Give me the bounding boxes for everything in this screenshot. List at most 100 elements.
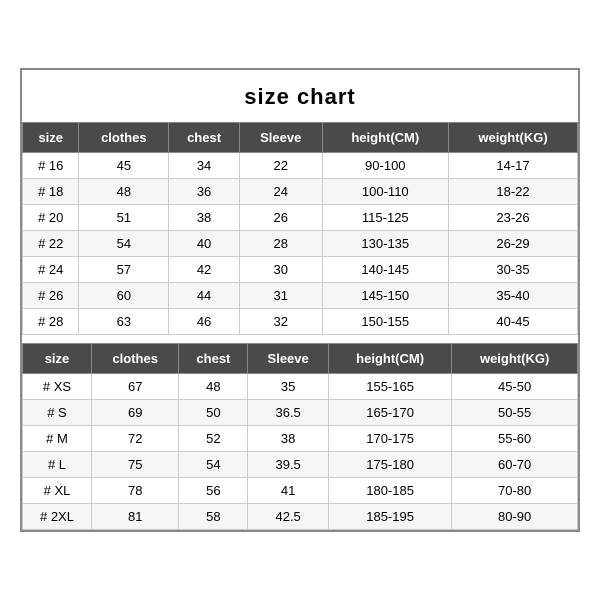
table-cell: 26 bbox=[239, 205, 322, 231]
table-cell: 140-145 bbox=[322, 257, 449, 283]
table-cell: # S bbox=[23, 400, 92, 426]
table-cell: 80-90 bbox=[452, 504, 578, 530]
table-cell: 155-165 bbox=[328, 374, 451, 400]
column-header: clothes bbox=[79, 123, 169, 153]
table-cell: 78 bbox=[91, 478, 178, 504]
table-cell: 32 bbox=[239, 309, 322, 335]
column-header: chest bbox=[179, 344, 248, 374]
table-cell: 38 bbox=[248, 426, 329, 452]
column-header: height(CM) bbox=[322, 123, 449, 153]
column-header: height(CM) bbox=[328, 344, 451, 374]
table-cell: 180-185 bbox=[328, 478, 451, 504]
table-row: # 20513826115-12523-26 bbox=[23, 205, 578, 231]
table-row: # 28634632150-15540-45 bbox=[23, 309, 578, 335]
table-cell: 45 bbox=[79, 153, 169, 179]
table-cell: 60 bbox=[79, 283, 169, 309]
table-row: # 24574230140-14530-35 bbox=[23, 257, 578, 283]
size-chart-container: size chart sizeclotheschestSleeveheight(… bbox=[20, 68, 580, 532]
table-cell: 185-195 bbox=[328, 504, 451, 530]
table-cell: # 18 bbox=[23, 179, 79, 205]
table-cell: 45-50 bbox=[452, 374, 578, 400]
table-cell: # 24 bbox=[23, 257, 79, 283]
table-cell: 165-170 bbox=[328, 400, 451, 426]
size-table-2: sizeclotheschestSleeveheight(CM)weight(K… bbox=[22, 343, 578, 530]
table-cell: # 16 bbox=[23, 153, 79, 179]
table-row: # 26604431145-15035-40 bbox=[23, 283, 578, 309]
table-cell: # 2XL bbox=[23, 504, 92, 530]
table-cell: 14-17 bbox=[449, 153, 578, 179]
table-row: # M725238170-17555-60 bbox=[23, 426, 578, 452]
table-cell: 63 bbox=[79, 309, 169, 335]
table-cell: 34 bbox=[169, 153, 240, 179]
table-cell: # 20 bbox=[23, 205, 79, 231]
table-cell: # 26 bbox=[23, 283, 79, 309]
table-cell: 42 bbox=[169, 257, 240, 283]
table-cell: 57 bbox=[79, 257, 169, 283]
table-cell: 48 bbox=[179, 374, 248, 400]
table-cell: 22 bbox=[239, 153, 322, 179]
table-cell: 35 bbox=[248, 374, 329, 400]
table-cell: 23-26 bbox=[449, 205, 578, 231]
table-cell: 115-125 bbox=[322, 205, 449, 231]
table-cell: 18-22 bbox=[449, 179, 578, 205]
table-cell: 50-55 bbox=[452, 400, 578, 426]
column-header: Sleeve bbox=[248, 344, 329, 374]
table-row: # XS674835155-16545-50 bbox=[23, 374, 578, 400]
table-cell: 26-29 bbox=[449, 231, 578, 257]
table-cell: 41 bbox=[248, 478, 329, 504]
table-cell: 60-70 bbox=[452, 452, 578, 478]
table-row: # 22544028130-13526-29 bbox=[23, 231, 578, 257]
table-cell: 56 bbox=[179, 478, 248, 504]
table-cell: 55-60 bbox=[452, 426, 578, 452]
table-cell: # 22 bbox=[23, 231, 79, 257]
table-cell: 30-35 bbox=[449, 257, 578, 283]
table-cell: 81 bbox=[91, 504, 178, 530]
table-cell: 52 bbox=[179, 426, 248, 452]
table-row: # 2XL815842.5185-19580-90 bbox=[23, 504, 578, 530]
table-row: # 18483624100-11018-22 bbox=[23, 179, 578, 205]
table-cell: 42.5 bbox=[248, 504, 329, 530]
table-cell: 130-135 bbox=[322, 231, 449, 257]
table-cell: 39.5 bbox=[248, 452, 329, 478]
column-header: weight(KG) bbox=[452, 344, 578, 374]
table-cell: 58 bbox=[179, 504, 248, 530]
table-cell: # L bbox=[23, 452, 92, 478]
table-cell: 40 bbox=[169, 231, 240, 257]
table-cell: 145-150 bbox=[322, 283, 449, 309]
column-header: size bbox=[23, 123, 79, 153]
table-cell: 36 bbox=[169, 179, 240, 205]
table-cell: 50 bbox=[179, 400, 248, 426]
table-cell: 35-40 bbox=[449, 283, 578, 309]
table-cell: 70-80 bbox=[452, 478, 578, 504]
table-cell: 30 bbox=[239, 257, 322, 283]
column-header: chest bbox=[169, 123, 240, 153]
column-header: size bbox=[23, 344, 92, 374]
table-row: # 1645342290-10014-17 bbox=[23, 153, 578, 179]
table-cell: 150-155 bbox=[322, 309, 449, 335]
table-cell: 170-175 bbox=[328, 426, 451, 452]
table-cell: 38 bbox=[169, 205, 240, 231]
table-cell: 24 bbox=[239, 179, 322, 205]
table-cell: 100-110 bbox=[322, 179, 449, 205]
table-cell: 69 bbox=[91, 400, 178, 426]
table-cell: 44 bbox=[169, 283, 240, 309]
table-cell: 40-45 bbox=[449, 309, 578, 335]
table-cell: 72 bbox=[91, 426, 178, 452]
table-cell: # XL bbox=[23, 478, 92, 504]
chart-title: size chart bbox=[22, 70, 578, 122]
table-cell: 28 bbox=[239, 231, 322, 257]
table-cell: # 28 bbox=[23, 309, 79, 335]
table-cell: 46 bbox=[169, 309, 240, 335]
table-cell: 75 bbox=[91, 452, 178, 478]
table-row: # L755439.5175-18060-70 bbox=[23, 452, 578, 478]
column-header: weight(KG) bbox=[449, 123, 578, 153]
table-row: # XL785641180-18570-80 bbox=[23, 478, 578, 504]
size-table-1: sizeclotheschestSleeveheight(CM)weight(K… bbox=[22, 122, 578, 335]
table-cell: 54 bbox=[179, 452, 248, 478]
table-cell: # XS bbox=[23, 374, 92, 400]
table-cell: 31 bbox=[239, 283, 322, 309]
table-cell: 51 bbox=[79, 205, 169, 231]
table-cell: 54 bbox=[79, 231, 169, 257]
table-cell: 36.5 bbox=[248, 400, 329, 426]
table-cell: 48 bbox=[79, 179, 169, 205]
